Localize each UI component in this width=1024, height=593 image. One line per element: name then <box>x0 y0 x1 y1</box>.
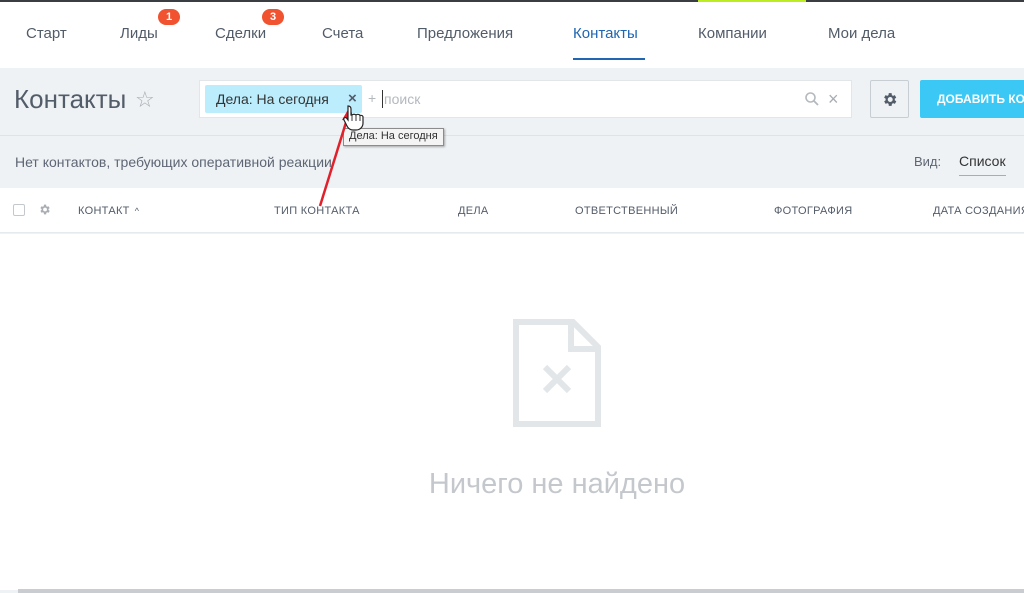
empty-state-text: Ничего не найдено <box>428 468 686 500</box>
column-header-photo[interactable]: ФОТОГРАФИЯ <box>774 205 852 217</box>
nav-item-my-activities[interactable]: Мои дела <box>828 25 895 42</box>
view-mode-selector[interactable]: Список <box>959 153 1006 176</box>
top-accent-line <box>698 0 806 2</box>
nav-item-quotes[interactable]: Предложения <box>417 25 513 42</box>
top-navigation: Старт Лиды 1 Сделки 3 Счета Предложения … <box>0 0 1024 68</box>
nav-item-leads[interactable]: Лиды <box>120 25 158 42</box>
table-header: КОНТАКТ ^ ТИП КОНТАКТА ДЕЛА ОТВЕТСТВЕННЫЙ… <box>0 188 1024 233</box>
empty-document-icon <box>513 319 601 427</box>
toolbar-divider <box>0 135 1024 136</box>
active-tab-underline <box>573 58 645 60</box>
table-body: Ничего не найдено <box>0 234 1024 590</box>
search-icon[interactable] <box>804 91 820 107</box>
view-label: Вид: <box>914 154 942 169</box>
filter-chip[interactable]: Дела: На сегодня × <box>205 85 362 113</box>
top-border <box>0 0 1024 2</box>
column-header-responsible[interactable]: ОТВЕТСТВЕННЫЙ <box>575 205 678 217</box>
close-icon[interactable]: × <box>348 90 357 107</box>
gear-icon[interactable] <box>38 203 51 216</box>
filter-search-box[interactable]: Дела: На сегодня × + × <box>199 80 852 118</box>
column-header-created-date[interactable]: ДАТА СОЗДАНИЯ <box>933 205 1024 217</box>
column-header-activities[interactable]: ДЕЛА <box>458 205 489 217</box>
deals-count-badge: 3 <box>262 9 284 25</box>
column-header-contact[interactable]: КОНТАКТ ^ <box>78 205 139 217</box>
sort-ascending-icon: ^ <box>134 206 140 216</box>
gear-icon <box>884 93 897 106</box>
search-input[interactable] <box>366 85 786 113</box>
chip-tooltip: Дела: На сегодня <box>343 128 444 146</box>
add-contact-button[interactable]: ДОБАВИТЬ КОНТАКТ <box>920 80 1024 118</box>
nav-item-deals[interactable]: Сделки <box>215 25 266 42</box>
filter-chip-label: Дела: На сегодня <box>216 91 329 107</box>
nav-item-companies[interactable]: Компании <box>698 25 767 42</box>
nav-item-contacts[interactable]: Контакты <box>573 25 638 42</box>
settings-button[interactable] <box>870 80 909 118</box>
nav-item-start[interactable]: Старт <box>26 25 67 42</box>
column-header-contact-label: КОНТАКТ <box>78 205 130 217</box>
nav-item-invoices[interactable]: Счета <box>322 25 363 42</box>
column-header-contact-type[interactable]: ТИП КОНТАКТА <box>274 205 360 217</box>
leads-count-badge: 1 <box>158 9 180 25</box>
select-all-checkbox[interactable] <box>13 204 25 216</box>
star-icon[interactable]: ☆ <box>135 87 155 113</box>
page-title: Контакты <box>14 84 127 114</box>
clear-search-icon[interactable]: × <box>828 89 839 110</box>
text-cursor <box>382 90 383 108</box>
horizontal-scrollbar[interactable] <box>18 589 1024 593</box>
empty-activities-message: Нет контактов, требующих оперативной реа… <box>15 154 332 170</box>
